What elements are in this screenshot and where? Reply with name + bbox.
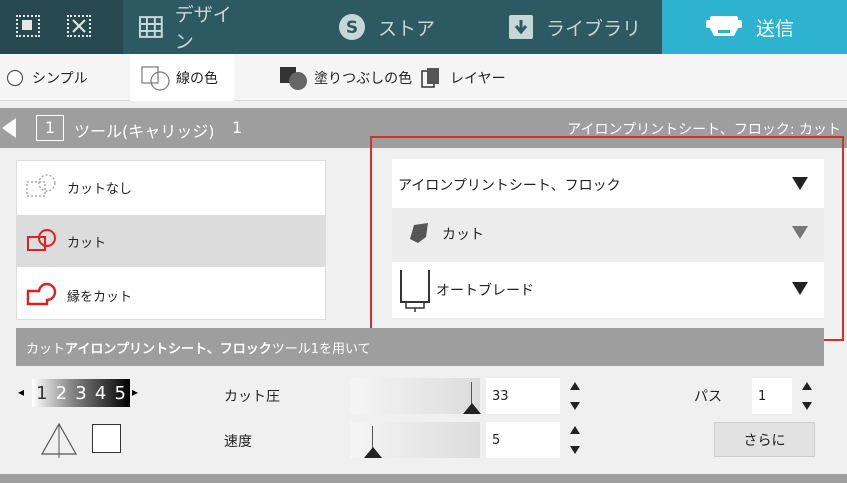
summary-suffix: ツール1を用いて xyxy=(271,341,371,357)
tab-library-label: ライブラリ xyxy=(546,17,642,40)
speed-spinner[interactable] xyxy=(568,422,582,458)
simple-mode-label: シンプル xyxy=(32,70,88,87)
decrement-icon[interactable] xyxy=(570,402,580,410)
cut-option-cut[interactable]: カット xyxy=(17,215,325,267)
force-input[interactable]: 33 xyxy=(486,378,560,414)
summary-prefix: カット xyxy=(26,341,66,357)
cutter-icon xyxy=(706,16,742,36)
speed-label: 速度 xyxy=(224,434,252,450)
x-glyph-icon xyxy=(72,19,86,33)
fill-color-tab[interactable]: 塗りつぶしの色 xyxy=(278,54,412,101)
blade-depth-selector[interactable]: ◂ 1 2 3 4 5 ▸ xyxy=(18,377,146,409)
summary-material: アイロンプリントシート、フロック xyxy=(65,341,272,357)
blade-depth-scale: 1 2 3 4 5 xyxy=(32,379,130,407)
layers-icon xyxy=(421,67,439,88)
cut-option-cut-label: カット xyxy=(67,235,107,251)
tool-section-title: ツール(キャリッジ) xyxy=(74,122,215,141)
top-nav-bar: デザイン S ストア ライブラリ 送信 xyxy=(0,0,847,54)
line-color-label: 線の色 xyxy=(176,70,218,87)
line-color-icon xyxy=(141,65,170,91)
force-slider[interactable] xyxy=(350,378,481,414)
group-inner xyxy=(22,20,32,30)
increment-icon[interactable] xyxy=(570,426,580,434)
layer-label: レイヤー xyxy=(450,70,506,87)
radio-icon xyxy=(6,69,24,86)
cut-summary-bar: カット アイロンプリントシート、フロック ツール1を用いて xyxy=(16,328,824,366)
s-circle-icon: S xyxy=(339,14,365,40)
triangle-blade-icon xyxy=(40,422,78,458)
cut-option-edge-label: 縁をカット xyxy=(67,289,133,305)
tab-design-label: デザイン xyxy=(174,4,232,53)
line-color-tab[interactable]: 線の色 xyxy=(130,54,234,101)
mode-toolbar: シンプル 線の色 塗りつぶしの色 レイヤー xyxy=(0,54,847,101)
group-icon[interactable] xyxy=(16,15,40,37)
depth-digit: 5 xyxy=(114,382,126,404)
cut-option-none[interactable]: カットなし xyxy=(17,161,325,213)
force-spinner[interactable] xyxy=(568,378,582,414)
grid-icon xyxy=(139,16,163,38)
tab-send[interactable]: 送信 xyxy=(662,0,847,54)
force-label: カット圧 xyxy=(224,389,280,405)
increment-icon[interactable] xyxy=(570,382,580,390)
fill-color-icon xyxy=(280,66,307,90)
speed-slider[interactable] xyxy=(350,422,480,458)
cut-mode-list: カットなし カット 縁をカット xyxy=(16,160,326,320)
no-cut-icon xyxy=(26,174,56,197)
tab-store[interactable]: S ストア xyxy=(330,0,450,54)
tab-design[interactable]: デザイン xyxy=(123,0,250,54)
left-arrow-icon[interactable]: ◂ xyxy=(18,385,24,399)
cut-option-edge[interactable]: 縁をカット xyxy=(17,269,325,321)
right-arrow-icon[interactable]: ▸ xyxy=(132,385,138,399)
passes-input[interactable]: 1 xyxy=(752,378,792,414)
tab-store-label: ストア xyxy=(378,17,436,40)
fill-color-label: 塗りつぶしの色 xyxy=(314,70,413,87)
more-button[interactable]: さらに xyxy=(714,422,815,457)
tab-library[interactable]: ライブラリ xyxy=(500,0,660,54)
decrement-icon[interactable] xyxy=(802,402,812,410)
collapse-arrow-icon[interactable] xyxy=(0,116,18,140)
ungroup-icon[interactable] xyxy=(67,15,91,37)
svg-text:S: S xyxy=(346,18,358,38)
checkbox[interactable] xyxy=(92,424,121,453)
speed-slider-handle[interactable] xyxy=(364,447,382,458)
depth-digit: 4 xyxy=(94,382,107,404)
depth-digit: 2 xyxy=(55,382,68,404)
tab-send-label: 送信 xyxy=(756,17,795,40)
cut-icon xyxy=(27,229,56,251)
layer-tab[interactable]: レイヤー xyxy=(420,54,506,101)
passes-spinner[interactable] xyxy=(800,378,814,414)
tool-number-box: 1 xyxy=(36,115,64,141)
highlight-box xyxy=(370,136,844,341)
force-slider-handle[interactable] xyxy=(463,403,481,414)
simple-mode-option[interactable]: シンプル xyxy=(6,54,88,101)
depth-digit: 3 xyxy=(75,382,87,404)
decrement-icon[interactable] xyxy=(570,446,580,454)
window-buttons xyxy=(0,0,123,54)
depth-digit: 1 xyxy=(36,382,48,404)
speed-input[interactable]: 5 xyxy=(486,422,560,458)
increment-icon[interactable] xyxy=(802,382,812,390)
next-section-header xyxy=(0,474,847,483)
edge-cut-icon xyxy=(26,282,57,306)
download-icon xyxy=(509,15,533,39)
carriage-number: 1 xyxy=(232,118,243,137)
passes-label: パス xyxy=(694,389,722,405)
cut-option-none-label: カットなし xyxy=(67,181,133,197)
